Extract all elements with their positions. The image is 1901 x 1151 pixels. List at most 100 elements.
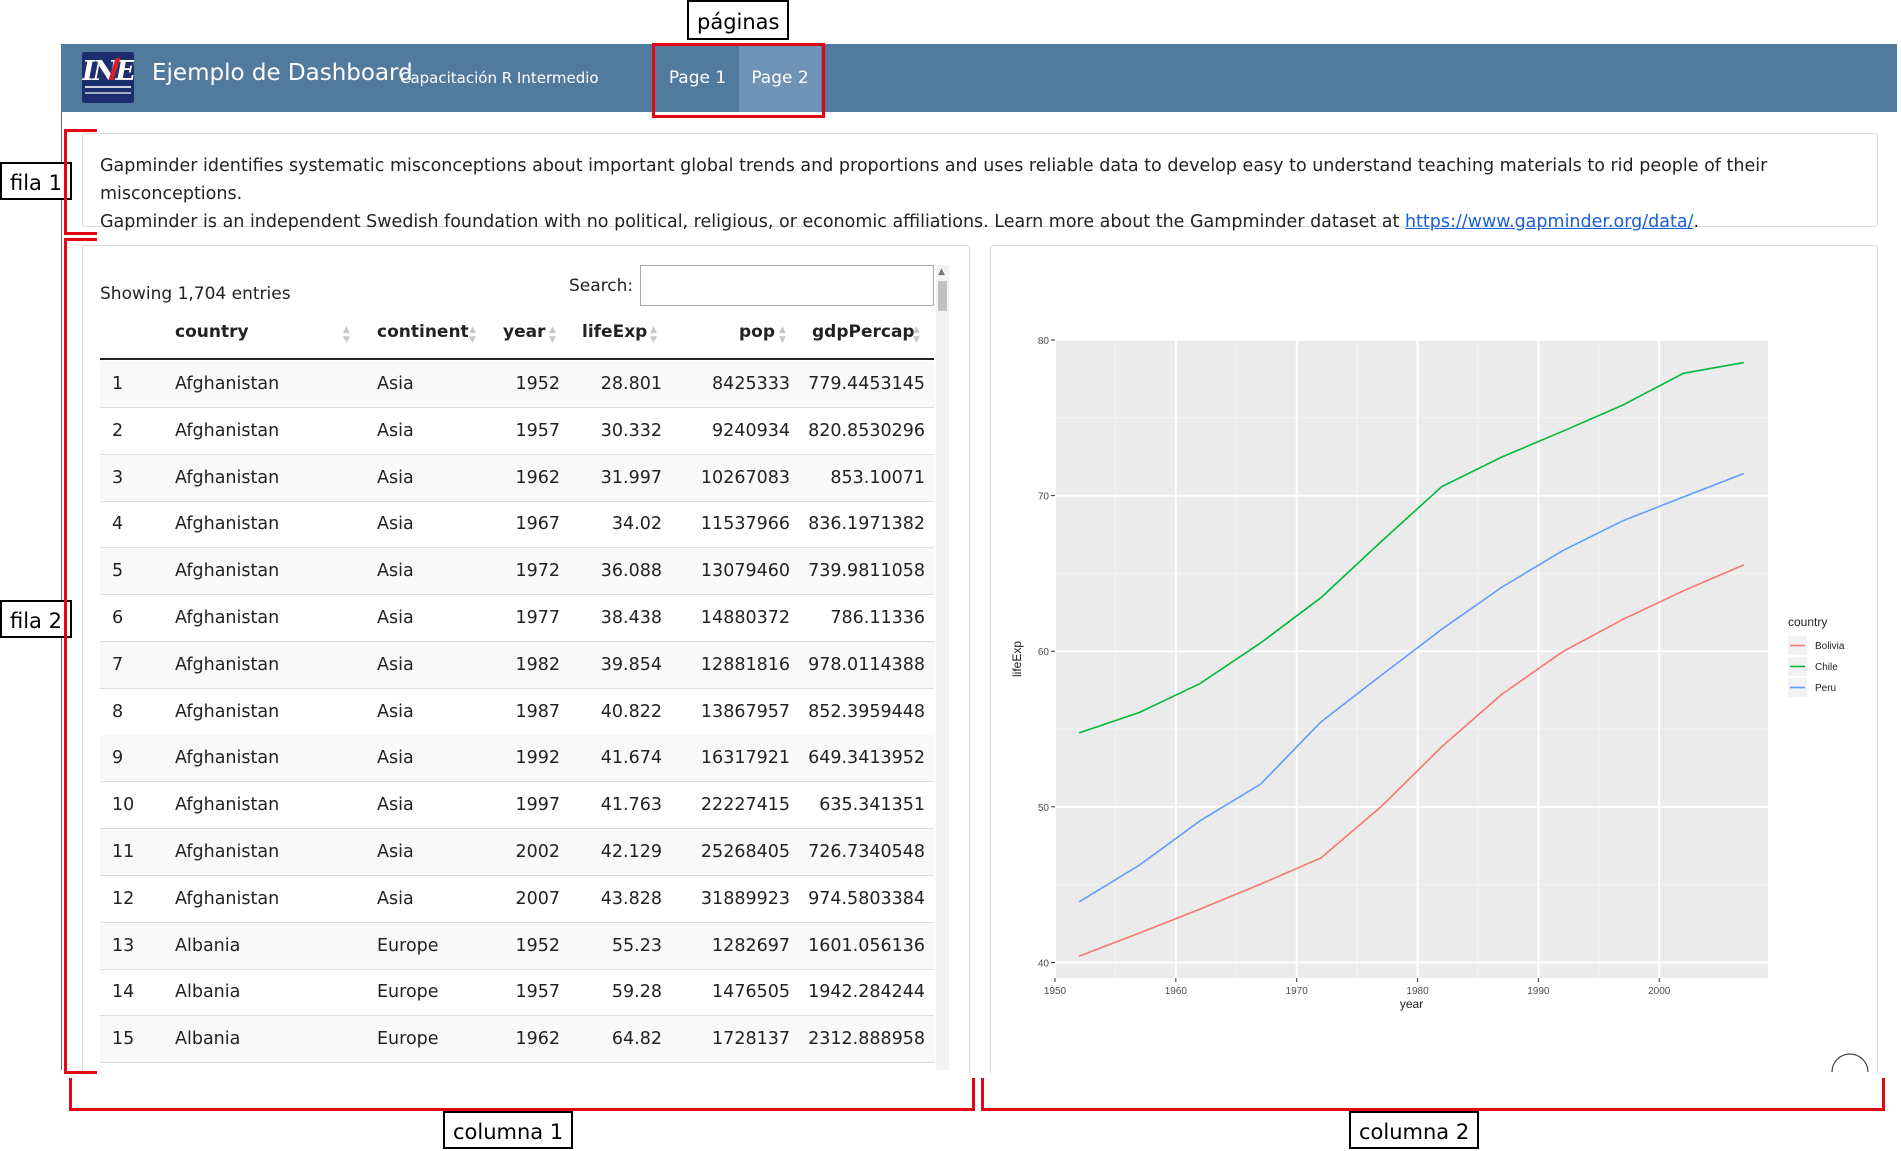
table-row[interactable]: 11 Afghanistan Asia 2002 42.129 25268405 726.7… (100, 829, 934, 876)
cell-year: 1967 (515, 514, 560, 535)
cell-lifeexp: 55.23 (611, 935, 662, 956)
cell-pop: 31889923 (700, 888, 790, 909)
ine-logo[interactable]: INE (82, 52, 134, 103)
table-row[interactable]: 5 Afghanistan Asia 1972 36.088 13079460 739.98… (100, 548, 934, 596)
plot-panel (1055, 340, 1768, 978)
header-divider (100, 358, 934, 360)
cell-year: 1977 (515, 608, 560, 628)
table-row[interactable]: 12 Afghanistan Asia 2007 43.828 31889923 974.5… (100, 876, 934, 923)
table-row[interactable]: 13 Albania Europe 1952 55.23 1282697 1601.0561… (100, 922, 934, 970)
y-tick-label: 40 (1038, 958, 1050, 969)
column-2-bracket (981, 1078, 1885, 1111)
row-index: 9 (112, 748, 124, 769)
row-index: 7 (112, 654, 124, 675)
cell-year: 1952 (515, 374, 560, 394)
row-index: 4 (112, 514, 124, 535)
cell-pop: 1282697 (712, 935, 790, 956)
column-header-label: country (175, 322, 249, 342)
sort-asc-icon: ▲ (779, 325, 786, 335)
cell-lifeexp: 64.82 (611, 1029, 662, 1050)
table-row[interactable]: 9 Afghanistan Asia 1992 41.674 16317921 649.34… (100, 735, 934, 783)
cell-pop: 14880372 (700, 608, 790, 628)
intro-line-1: Gapminder identifies systematic misconce… (100, 156, 1768, 204)
x-tick-label: 1960 (1165, 986, 1188, 997)
cell-pop: 9240934 (712, 420, 790, 441)
column-header-gdppercap[interactable]: gdpPercap ▲ ▼ (812, 322, 927, 356)
table-row[interactable]: 2 Afghanistan Asia 1957 30.332 9240934 820.853… (100, 408, 934, 455)
cell-pop: 11537966 (700, 514, 790, 535)
sort-desc-icon: ▼ (343, 335, 350, 345)
row-index: 5 (112, 561, 124, 582)
cell-lifeexp: 36.088 (600, 561, 662, 582)
gapminder-link[interactable]: https://www.gapminder.org/data/ (1405, 212, 1694, 232)
cell-gdppercap: 649.3413952 (808, 748, 925, 769)
scroll-up-arrow-icon[interactable]: ▲ (938, 268, 945, 277)
table-scrollbar[interactable] (936, 265, 949, 1070)
cell-pop: 22227415 (700, 795, 790, 816)
legend-label: Chile (1815, 662, 1838, 673)
y-axis-label: lifeExp (1010, 641, 1024, 677)
cell-year: 1962 (515, 467, 560, 488)
cell-year: 1952 (515, 935, 560, 956)
table-row[interactable]: 3 Afghanistan Asia 1962 31.997 10267083 853.10… (100, 454, 934, 502)
cell-year: 2007 (515, 888, 560, 909)
cell-pop: 16317921 (700, 748, 790, 769)
cell-gdppercap: 974.5803384 (808, 888, 925, 909)
table-row[interactable]: 10 Afghanistan Asia 1997 41.763 22227415 635.3… (100, 782, 934, 830)
intro-line-2: Gapminder is an independent Swedish foun… (100, 212, 1405, 232)
cell-gdppercap: 779.4453145 (808, 374, 925, 394)
logo-line (85, 86, 131, 88)
x-tick-label: 1950 (1044, 986, 1067, 997)
search-input[interactable] (640, 265, 934, 306)
table-row[interactable]: 6 Afghanistan Asia 1977 38.438 14880372 786.11… (100, 595, 934, 642)
legend-label: Peru (1815, 683, 1836, 694)
scrollbar-thumb[interactable] (938, 281, 947, 311)
cell-pop: 12881816 (700, 654, 790, 675)
scroll-to-top-icon[interactable] (1831, 1053, 1869, 1073)
cell-country: Afghanistan (175, 701, 280, 722)
table-row[interactable]: 4 Afghanistan Asia 1967 34.02 11537966 836.197… (100, 501, 934, 549)
cell-country: Afghanistan (175, 842, 280, 862)
sort-desc-icon: ▼ (469, 335, 476, 345)
cell-year: 1987 (515, 701, 560, 722)
column-header-country[interactable]: country ▲ ▼ (175, 322, 355, 356)
table-row[interactable]: 7 Afghanistan Asia 1982 39.854 12881816 978.01… (100, 641, 934, 689)
cell-gdppercap: 726.7340548 (808, 842, 925, 862)
dashboard-title: Ejemplo de Dashboard (152, 60, 413, 86)
cell-lifeexp: 42.129 (600, 842, 662, 862)
cell-country: Afghanistan (175, 608, 280, 628)
cell-pop: 13867957 (700, 701, 790, 722)
cell-gdppercap: 852.3959448 (808, 701, 925, 722)
cell-country: Afghanistan (175, 888, 280, 909)
cell-gdppercap: 853.10071 (830, 467, 925, 488)
annotation-row-2: fila 2 (0, 600, 72, 638)
y-tick-label: 60 (1038, 647, 1050, 658)
column-header-lifeexp[interactable]: lifeExp ▲ ▼ (582, 322, 662, 356)
row-index: 6 (112, 608, 124, 628)
column-header-year[interactable]: year ▲ ▼ (503, 322, 563, 356)
table-row[interactable]: 15 Albania Europe 1962 64.82 1728137 2312.8889… (100, 1016, 934, 1064)
logo-line (85, 92, 131, 94)
cell-lifeexp: 31.997 (600, 467, 662, 488)
annotation-column-1: columna 1 (443, 1111, 574, 1149)
row-index: 15 (112, 1029, 135, 1050)
cell-gdppercap: 820.8530296 (808, 420, 925, 441)
row-index: 10 (112, 795, 135, 816)
x-tick-label: 1980 (1406, 986, 1429, 997)
cell-country: Afghanistan (175, 654, 280, 675)
table-row[interactable]: 14 Albania Europe 1957 59.28 1476505 1942.2842… (100, 969, 934, 1017)
cell-pop: 1476505 (712, 982, 790, 1003)
cell-lifeexp: 59.28 (611, 982, 662, 1003)
table-row[interactable]: 1 Afghanistan Asia 1952 28.801 8425333 779.445… (100, 361, 934, 408)
row-index: 14 (112, 982, 135, 1003)
cell-country: Albania (175, 935, 241, 956)
table-row[interactable]: 8 Afghanistan Asia 1987 40.822 13867957 852.39… (100, 689, 934, 736)
column-header-pop[interactable]: pop ▲ ▼ (739, 322, 789, 356)
column-header-continent[interactable]: continent ▲ ▼ (377, 322, 482, 356)
dashboard-subtitle: Capacitación R Intermedio (400, 69, 599, 87)
cell-lifeexp: 38.438 (600, 608, 662, 628)
cell-year: 1957 (515, 982, 560, 1003)
sort-asc-icon: ▲ (469, 325, 476, 335)
cell-pop: 10267083 (700, 467, 790, 488)
cell-pop: 25268405 (700, 842, 790, 862)
